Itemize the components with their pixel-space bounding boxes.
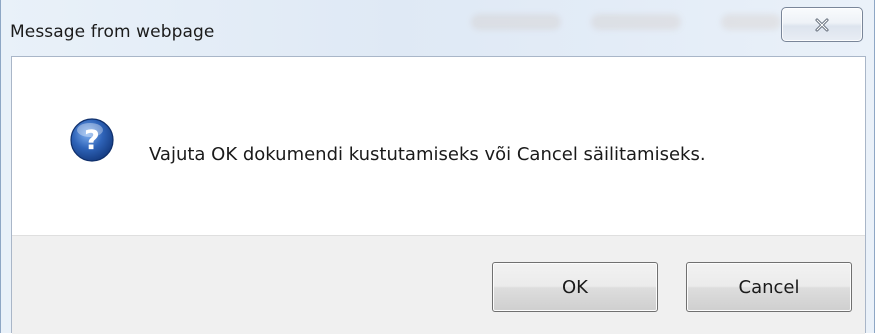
svg-text:?: ? bbox=[84, 125, 100, 156]
message-area: ? Vajuta OK dokumendi kustutamiseks või … bbox=[12, 57, 865, 235]
close-icon bbox=[815, 18, 829, 32]
button-bar: OK Cancel bbox=[12, 235, 865, 334]
dialog-window: Message from webpage ? Vajuta OK dokumen… bbox=[0, 0, 875, 334]
title-bar[interactable]: Message from webpage bbox=[1, 0, 875, 56]
message-text: Vajuta OK dokumendi kustutamiseks või Ca… bbox=[149, 144, 706, 165]
close-button[interactable] bbox=[781, 7, 863, 42]
ok-button[interactable]: OK bbox=[492, 262, 658, 312]
dialog-title: Message from webpage bbox=[10, 22, 215, 42]
question-icon: ? bbox=[70, 118, 114, 162]
dialog-content: ? Vajuta OK dokumendi kustutamiseks või … bbox=[11, 56, 866, 334]
cancel-button[interactable]: Cancel bbox=[686, 262, 852, 312]
